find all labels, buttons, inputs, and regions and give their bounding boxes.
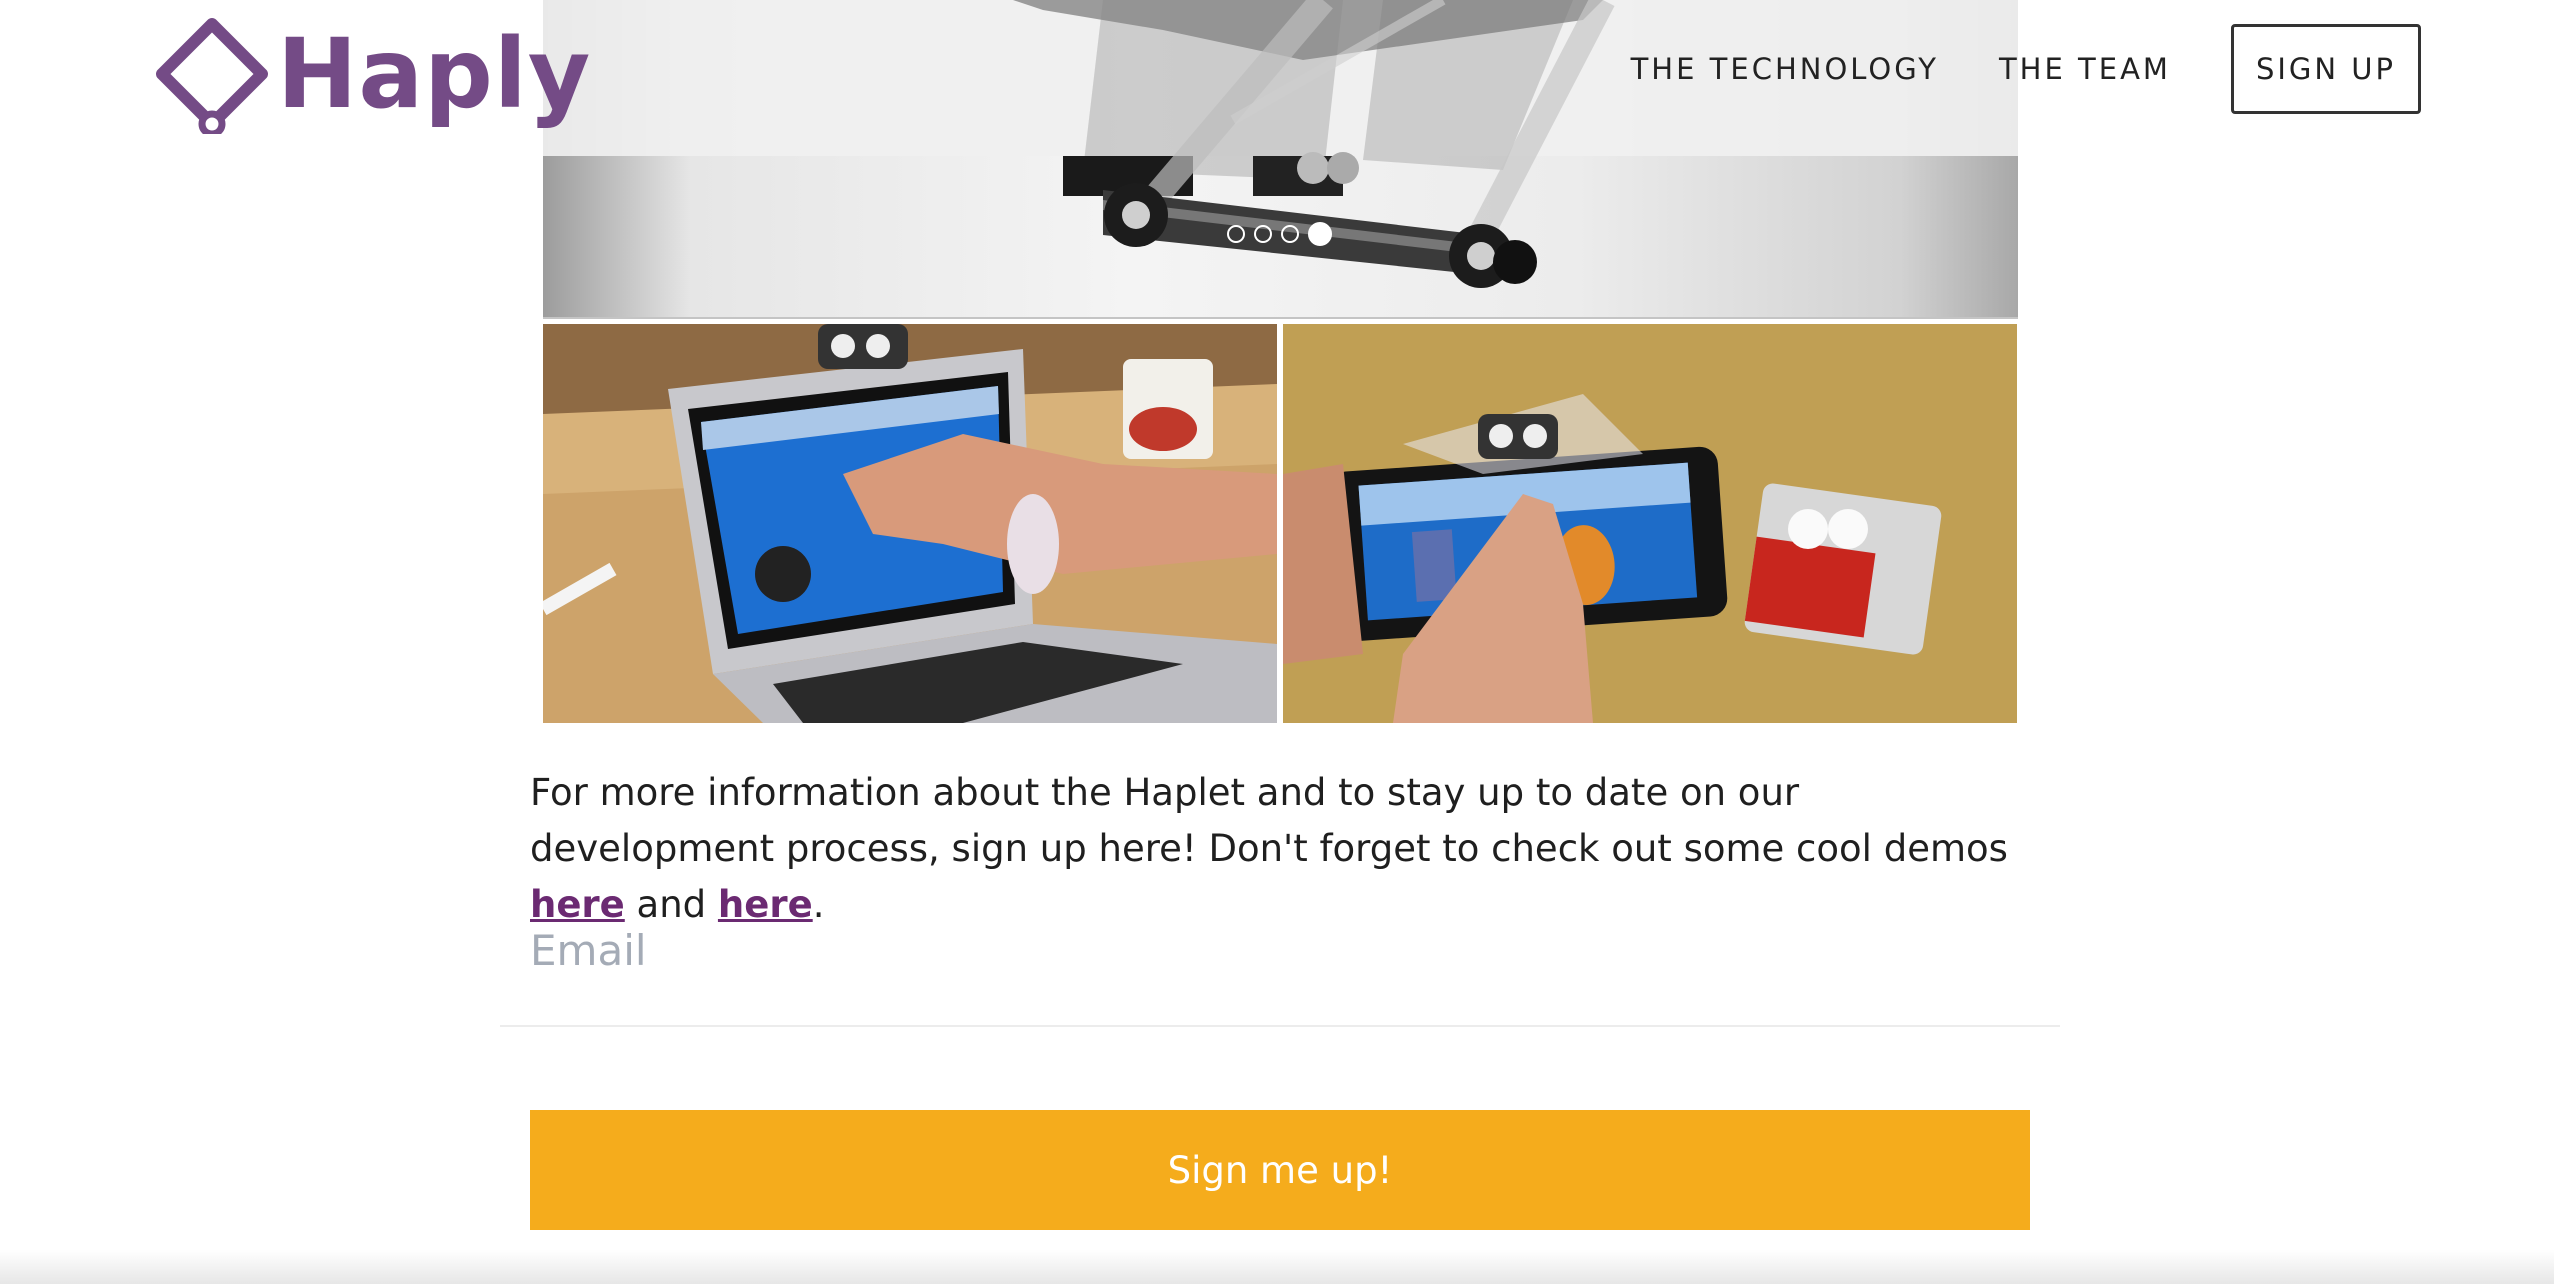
slider-dot-2[interactable] — [1254, 225, 1272, 243]
sign-me-up-button[interactable]: Sign me up! — [530, 1110, 2030, 1230]
nav-signup-button[interactable]: SIGN UP — [2230, 24, 2421, 114]
brand-name: Haply — [277, 18, 592, 130]
slider-dot-3[interactable] — [1281, 225, 1299, 243]
bottom-shadow — [0, 1250, 2554, 1284]
page: Haply THE TECHNOLOGY THE TEAM SIGN UP Fo… — [0, 0, 2554, 1284]
haply-logo-icon — [156, 18, 268, 134]
demo-image-laptop — [543, 324, 1277, 723]
demo-image-tablet — [1283, 324, 2017, 723]
nav-item-technology[interactable]: THE TECHNOLOGY — [1631, 52, 1939, 86]
email-field-wrapper — [500, 905, 2060, 1027]
slider-dots — [1227, 222, 1341, 246]
nav-item-team[interactable]: THE TEAM — [1999, 52, 2171, 86]
haply-logo[interactable]: Haply — [150, 14, 591, 134]
main-nav: THE TECHNOLOGY THE TEAM SIGN UP — [1631, 24, 2421, 114]
slider-dot-4[interactable] — [1308, 222, 1332, 246]
email-input[interactable] — [530, 915, 1930, 985]
info-text: For more information about the Haplet an… — [530, 771, 2008, 870]
slider-dot-1[interactable] — [1227, 225, 1245, 243]
